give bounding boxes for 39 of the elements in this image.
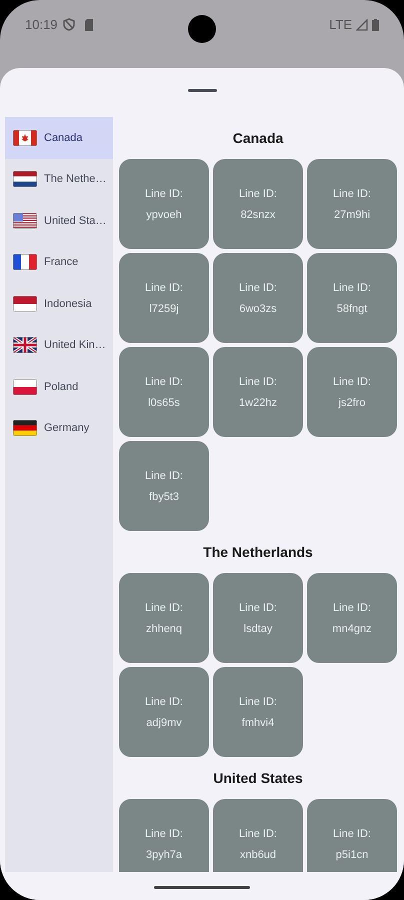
line-card[interactable]: Line ID: fmhvi4: [213, 667, 303, 757]
flag-icon: [13, 296, 37, 312]
country-item[interactable]: Canada: [5, 117, 113, 158]
flag-icon: [13, 212, 37, 229]
line-card[interactable]: Line ID: ypvoeh: [119, 159, 209, 249]
sd-card-icon: [84, 18, 94, 31]
line-card[interactable]: Line ID: 58fngt: [307, 253, 397, 343]
signal-icon: [356, 18, 368, 31]
line-card[interactable]: Line ID: js2fro: [307, 347, 397, 437]
flag-icon: [13, 337, 37, 354]
line-card[interactable]: Line ID: 6wo3zs: [213, 253, 303, 343]
flag-icon: [13, 130, 37, 146]
network-type: LTE: [329, 16, 352, 34]
line-card[interactable]: Line ID: 1w22hz: [213, 347, 303, 437]
line-card[interactable]: Line ID: lsdtay: [213, 573, 303, 663]
camera-cutout: [188, 15, 216, 43]
shield-icon: [62, 18, 75, 32]
line-card[interactable]: Line ID: mn4gnz: [307, 573, 397, 663]
drag-handle[interactable]: [188, 89, 216, 92]
line-card[interactable]: Line ID: zhhenq: [119, 573, 209, 663]
flag-icon: [13, 254, 37, 270]
clock-time: 10:19: [25, 16, 58, 34]
section-heading: The Netherlands: [203, 542, 313, 562]
flag-icon: [13, 171, 37, 188]
flag-icon: [13, 420, 37, 436]
line-card[interactable]: Line ID: l7259j: [119, 253, 209, 343]
line-card[interactable]: Line ID: 3pyh7a: [119, 799, 209, 872]
section-heading: United States: [213, 768, 303, 788]
line-card[interactable]: Line ID: l0s65s: [119, 347, 209, 437]
section-heading: Canada: [232, 128, 284, 148]
battery-icon: [372, 18, 379, 31]
flag-icon: [13, 378, 37, 395]
home-indicator[interactable]: [154, 886, 250, 888]
line-card[interactable]: Line ID: p5i1cn: [307, 799, 397, 872]
line-card[interactable]: Line ID: 82snzx: [213, 159, 303, 249]
line-card[interactable]: Line ID: 27m9hi: [307, 159, 397, 249]
line-card[interactable]: Line ID: xnb6ud: [213, 799, 303, 872]
line-card[interactable]: Line ID: adj9mv: [119, 667, 209, 757]
line-card[interactable]: Line ID: fby5t3: [119, 441, 209, 531]
